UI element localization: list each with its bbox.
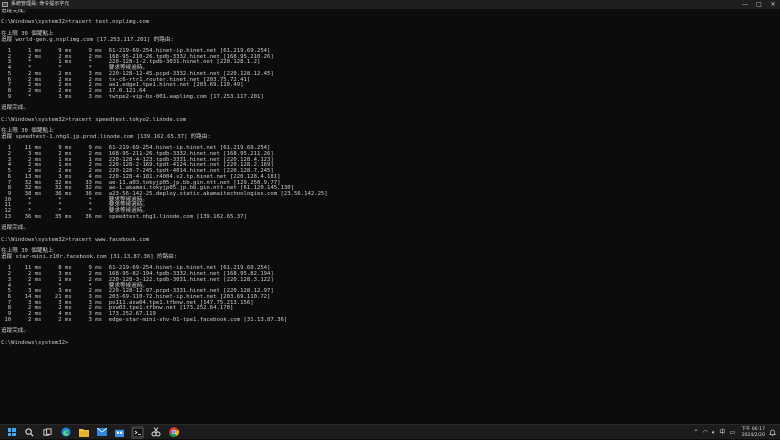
clock[interactable]: 下午 06:17 2024/2/20 — [741, 427, 765, 438]
chevron-up-icon[interactable]: ⌃ — [694, 425, 699, 440]
console-line: C:\Windows\system32> — [1, 339, 69, 346]
taskbar: ⌃ ◠ 🔈︎ 中 ▭ 下午 06:17 2024/2/20 — [0, 424, 780, 439]
snipping-tool-icon — [151, 427, 160, 437]
terminal-button[interactable] — [131, 425, 144, 439]
ime-indicator[interactable]: 中 — [719, 425, 725, 440]
task-view-button[interactable] — [41, 426, 54, 439]
search-button[interactable] — [23, 426, 36, 439]
wifi-icon[interactable]: ◠ — [703, 425, 708, 440]
window-title: 系統管理員: 命令提示字元 — [11, 1, 70, 7]
notification-bell-icon[interactable] — [769, 429, 776, 436]
start-button[interactable] — [5, 426, 18, 439]
title-bar[interactable]: 系統管理員: 命令提示字元 — □ ✕ — [0, 0, 780, 9]
windows-logo-icon — [7, 428, 16, 436]
edge-icon — [61, 427, 70, 437]
clock-time: 下午 06:17 — [741, 426, 765, 432]
terminal-icon — [132, 427, 143, 437]
clock-date: 2024/2/20 — [741, 432, 765, 438]
snipping-tool-button[interactable] — [149, 426, 162, 439]
minimize-button[interactable]: — — [738, 0, 752, 9]
edge-button[interactable] — [59, 426, 72, 439]
task-view-icon — [43, 427, 52, 436]
maximize-button[interactable]: □ — [752, 0, 766, 9]
network-icon[interactable]: ▭ — [729, 425, 735, 440]
folder-icon — [78, 428, 89, 437]
command-prompt-window: 系統管理員: 命令提示字元 — □ ✕ 追蹤完成。 C:\Windows\syst… — [0, 0, 780, 424]
close-button[interactable]: ✕ — [766, 0, 780, 9]
mail-button[interactable] — [95, 426, 108, 439]
window-controls: — □ ✕ — [738, 0, 780, 9]
store-icon — [115, 429, 124, 437]
app-button[interactable] — [113, 426, 126, 439]
cmd-app-icon — [2, 2, 8, 7]
file-explorer-button[interactable] — [77, 426, 90, 439]
search-icon — [25, 427, 34, 437]
chrome-button[interactable] — [167, 426, 180, 439]
mail-icon — [96, 428, 107, 436]
console-output[interactable]: 追蹤完成。 C:\Windows\system32>tracert test.ns… — [1, 9, 779, 423]
chrome-icon — [168, 427, 179, 437]
system-tray: ⌃ ◠ 🔈︎ 中 ▭ 下午 06:17 2024/2/20 — [690, 425, 776, 440]
volume-icon[interactable]: 🔈︎ — [712, 425, 716, 440]
